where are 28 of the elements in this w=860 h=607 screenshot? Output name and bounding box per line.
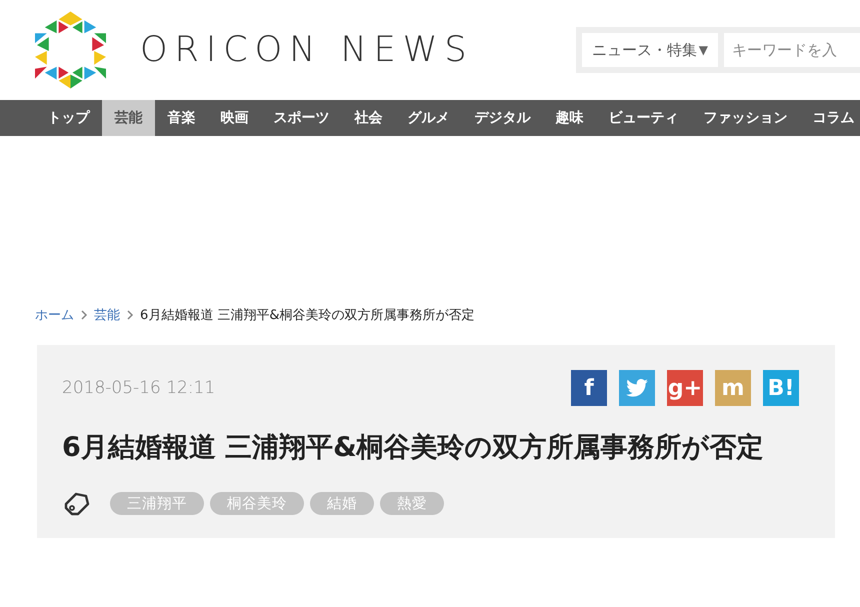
nav-tab[interactable]: 趣味 xyxy=(543,100,596,136)
nav-tab[interactable]: コラム xyxy=(800,100,860,136)
nav-tab[interactable]: スポーツ xyxy=(261,100,342,136)
caret-icon: ▼ xyxy=(698,43,708,57)
bird-icon xyxy=(626,379,648,397)
search-field[interactable]: キーワードを入 xyxy=(724,33,860,67)
nav-tab[interactable]: 社会 xyxy=(342,100,395,136)
share-button[interactable]: f xyxy=(571,370,607,406)
logo-icon xyxy=(35,11,106,89)
breadcrumb-link[interactable]: 芸能 xyxy=(94,306,120,324)
nav-tab[interactable]: 音楽 xyxy=(155,100,208,136)
share-button[interactable] xyxy=(619,370,655,406)
share-button[interactable]: g+ xyxy=(667,370,703,406)
breadcrumb-link[interactable]: ホーム xyxy=(35,306,74,324)
site-logo-text: ORICON NEWS xyxy=(140,30,474,70)
nav-tab[interactable]: デジタル xyxy=(462,100,543,136)
article-title: 6月結婚報道 三浦翔平&桐谷美玲の双方所属事務所が否定 xyxy=(62,431,765,465)
nav-tab[interactable]: トップ xyxy=(35,100,102,136)
nav-tab[interactable]: 映画 xyxy=(208,100,261,136)
chevron-icon xyxy=(80,310,88,320)
nav-tab[interactable]: ビューティ xyxy=(596,100,691,136)
category-dropdown[interactable]: ニュース・特集▼ xyxy=(582,33,718,67)
chevron-icon xyxy=(126,310,134,320)
nav-tab[interactable]: グルメ xyxy=(395,100,462,136)
nav-tab[interactable]: ファッション xyxy=(691,100,800,136)
publish-date: 2018-05-16 12:11 xyxy=(62,378,216,398)
breadcrumb-current: 6月結婚報道 三浦翔平&桐谷美玲の双方所属事務所が否定 xyxy=(140,307,475,324)
nav-tab[interactable]: 芸能 xyxy=(102,100,155,136)
